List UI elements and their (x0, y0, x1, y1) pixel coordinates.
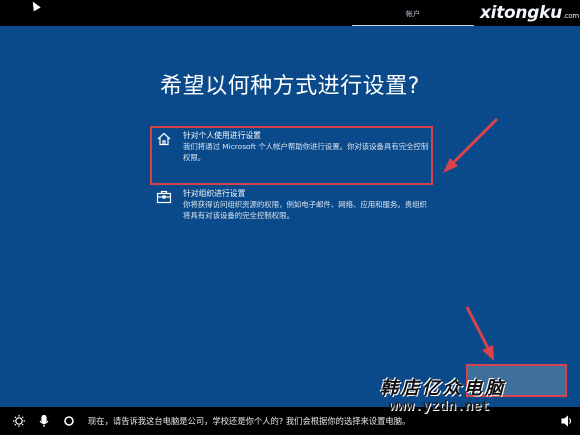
option-organization[interactable]: 针对组织进行设置 你将获得访问组织资源的权限，例如电子邮件、网络、应用和服务。贵… (156, 188, 431, 221)
option-personal-description: 我们将通过 Microsoft 个人帐户帮助你进行设置。你对该设备具有完全控制权… (183, 142, 429, 162)
narration-caption: 现在，请告诉我这台电脑是公司，学校还是你个人的? 我们会根据你的选择来设置电脑。 (88, 416, 411, 426)
step-tab-account: 帐户 (352, 0, 474, 26)
ease-of-access-icon[interactable] (12, 414, 26, 428)
home-icon (156, 131, 172, 147)
website-stamp: 韩店亿众电脑 www.yzdn.net (380, 371, 580, 433)
microphone-icon[interactable] (37, 414, 51, 428)
page-title: 希望以何种方式进行设置? (160, 74, 420, 99)
option-personal-use[interactable]: 针对个人使用进行设置 我们将通过 Microsoft 个人帐户帮助你进行设置。你… (156, 130, 431, 163)
stamp-title: 韩店亿众电脑 (380, 378, 506, 399)
mouse-cursor-icon (29, 0, 41, 12)
watermark-logo-text: xitongku (480, 3, 562, 23)
watermark-logo-suffix: .com (562, 12, 579, 20)
top-bar: 帐户 xitongku.com (0, 0, 580, 26)
setup-window: 帐户 xitongku.com 希望以何种方式进行设置? 针对个人使用进行设置 … (0, 0, 580, 435)
briefcase-icon (156, 189, 172, 205)
option-personal-title: 针对个人使用进行设置 (183, 131, 261, 140)
watermark-logo: xitongku.com (480, 3, 579, 23)
cortana-circle-icon[interactable] (62, 414, 76, 428)
option-organization-title: 针对组织进行设置 (183, 189, 246, 198)
option-organization-description: 你将获得访问组织资源的权限，例如电子邮件、网络、应用和服务。贵组织将具有对该设备… (183, 200, 427, 220)
stamp-url: www.yzdn.net (389, 399, 490, 415)
